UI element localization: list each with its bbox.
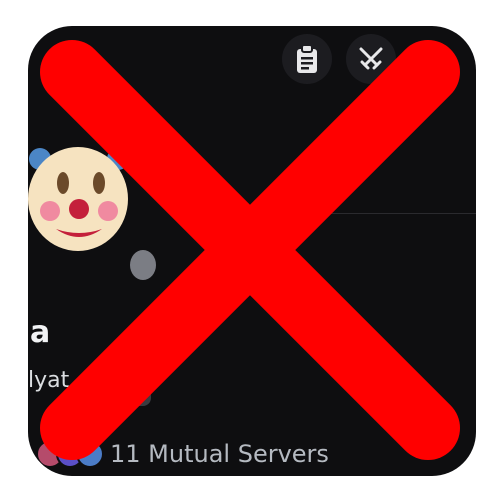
mutual-server-avatar [76,440,104,468]
copy-button[interactable] [282,34,332,84]
mutual-servers-label: 11 Mutual Servers [110,440,329,468]
display-name: a [30,315,51,350]
username-badge [121,388,151,406]
mutual-servers-row[interactable]: 11 Mutual Servers [36,438,329,470]
status-indicator [130,250,156,280]
profile-popout: a lyat 11 Mutual Servers [28,26,476,476]
crossed-swords-icon [359,47,383,70]
clipboard-icon [297,44,317,73]
section-divider [238,213,476,214]
clown-face-icon [28,147,129,251]
screenshot-frame: a lyat 11 Mutual Servers [0,0,500,500]
swords-button[interactable] [346,34,396,84]
username: lyat [28,368,70,393]
avatar[interactable] [28,141,133,253]
